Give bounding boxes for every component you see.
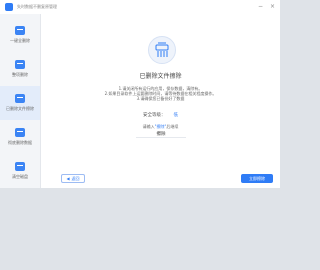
sidebar-item-label: 清空磁盘 [12, 174, 28, 179]
sidebar-item-label: 已删除文件擦除 [6, 106, 34, 111]
sidebar-item-label: 整项删除 [12, 72, 28, 77]
security-level-value[interactable]: 低 [174, 113, 179, 118]
sidebar-item-label: 一键全删除 [10, 38, 30, 43]
folder-delete-icon [15, 60, 25, 69]
minimize-icon[interactable]: − [257, 3, 264, 10]
sidebar-item-label: 彻底删除数据 [8, 140, 32, 145]
back-button[interactable]: ◀ 返回 [61, 174, 85, 183]
window-controls: − × [257, 3, 276, 10]
sidebar-item-permanent-delete[interactable]: 彻底删除数据 [0, 120, 40, 154]
app-logo-icon [5, 3, 13, 11]
confirm-suffix: 后继续 [166, 124, 179, 129]
back-arrow-icon: ◀ [66, 176, 70, 181]
sidebar-item-full-delete[interactable]: 整项删除 [0, 52, 40, 86]
window-title: 失时数据不删复原管理 [17, 4, 57, 9]
confirm-keyword: "擦除" [154, 124, 167, 129]
page-title: 已删除文件擦除 [139, 73, 182, 80]
trash-icon [15, 128, 25, 137]
file-shred-icon [15, 94, 25, 103]
title-bar: 失时数据不删复原管理 − × [0, 0, 280, 14]
back-button-label: 返回 [71, 175, 80, 181]
confirm-input[interactable] [136, 130, 186, 138]
close-icon[interactable]: × [269, 3, 276, 10]
confirm-prefix: 请输入 [142, 124, 155, 129]
sidebar-item-clear-disk[interactable]: 清空磁盘 [0, 154, 40, 188]
sidebar-item-quick-delete[interactable]: 一键全删除 [0, 18, 40, 52]
shredder-icon [148, 36, 176, 64]
sidebar-item-file-shred[interactable]: 已删除文件擦除 [0, 86, 40, 120]
main-panel: 已删除文件擦除 1.请关闭所有运行的应用，保存数据，清除有。 2.如果目录软件上… [41, 14, 280, 188]
start-erase-button[interactable]: 立即擦除 [241, 174, 273, 183]
sidebar: 一键全删除 整项删除 已删除文件擦除 彻底删除数据 清空磁盘 [0, 14, 41, 188]
security-label: 安全等级： [143, 113, 166, 118]
disk-icon [15, 162, 25, 171]
security-level-row: 安全等级： 低 [41, 112, 280, 118]
instructions: 1.请关闭所有运行的应用，保存数据，清除有。 2.如果目录软件上运要删除时间，请… [41, 86, 280, 101]
eraser-icon [15, 26, 25, 35]
instruction-line: 3.请确保您已备份好了数据 [136, 96, 185, 101]
app-window: 失时数据不删复原管理 − × 一键全删除 整项删除 已删除文件擦除 彻底删除数据… [0, 0, 280, 188]
